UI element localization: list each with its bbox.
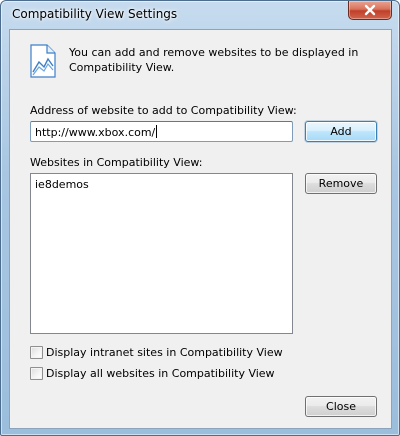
window-title: Compatibility View Settings (12, 7, 178, 21)
websites-list[interactable]: ie8demos (30, 173, 293, 334)
dialog-body: You can add and remove websites to be di… (9, 29, 392, 429)
close-button[interactable]: Close (305, 396, 377, 417)
intranet-option[interactable]: Display intranet sites in Compatibility … (30, 346, 283, 359)
address-input-value: http://www.xbox.com/ (35, 126, 156, 139)
info-text: You can add and remove websites to be di… (69, 46, 359, 74)
intranet-checkbox-label[interactable]: Display intranet sites in Compatibility … (46, 346, 283, 359)
list-item[interactable]: ie8demos (35, 178, 89, 191)
address-label: Address of website to add to Compatibili… (30, 104, 297, 117)
close-icon (364, 4, 376, 16)
dialog-window: Compatibility View Settings You can add … (0, 0, 400, 436)
all-websites-checkbox-label[interactable]: Display all websites in Compatibility Vi… (46, 367, 275, 380)
window-close-button[interactable] (348, 1, 392, 20)
all-websites-checkbox[interactable] (30, 367, 43, 380)
compat-view-icon (30, 44, 56, 78)
text-caret (156, 125, 158, 138)
title-bar[interactable]: Compatibility View Settings (1, 1, 399, 29)
intranet-checkbox[interactable] (30, 346, 43, 359)
all-websites-option[interactable]: Display all websites in Compatibility Vi… (30, 367, 275, 380)
websites-label: Websites in Compatibility View: (30, 156, 203, 169)
add-button[interactable]: Add (305, 121, 377, 142)
address-input[interactable]: http://www.xbox.com/ (30, 121, 293, 142)
remove-button[interactable]: Remove (305, 173, 377, 194)
